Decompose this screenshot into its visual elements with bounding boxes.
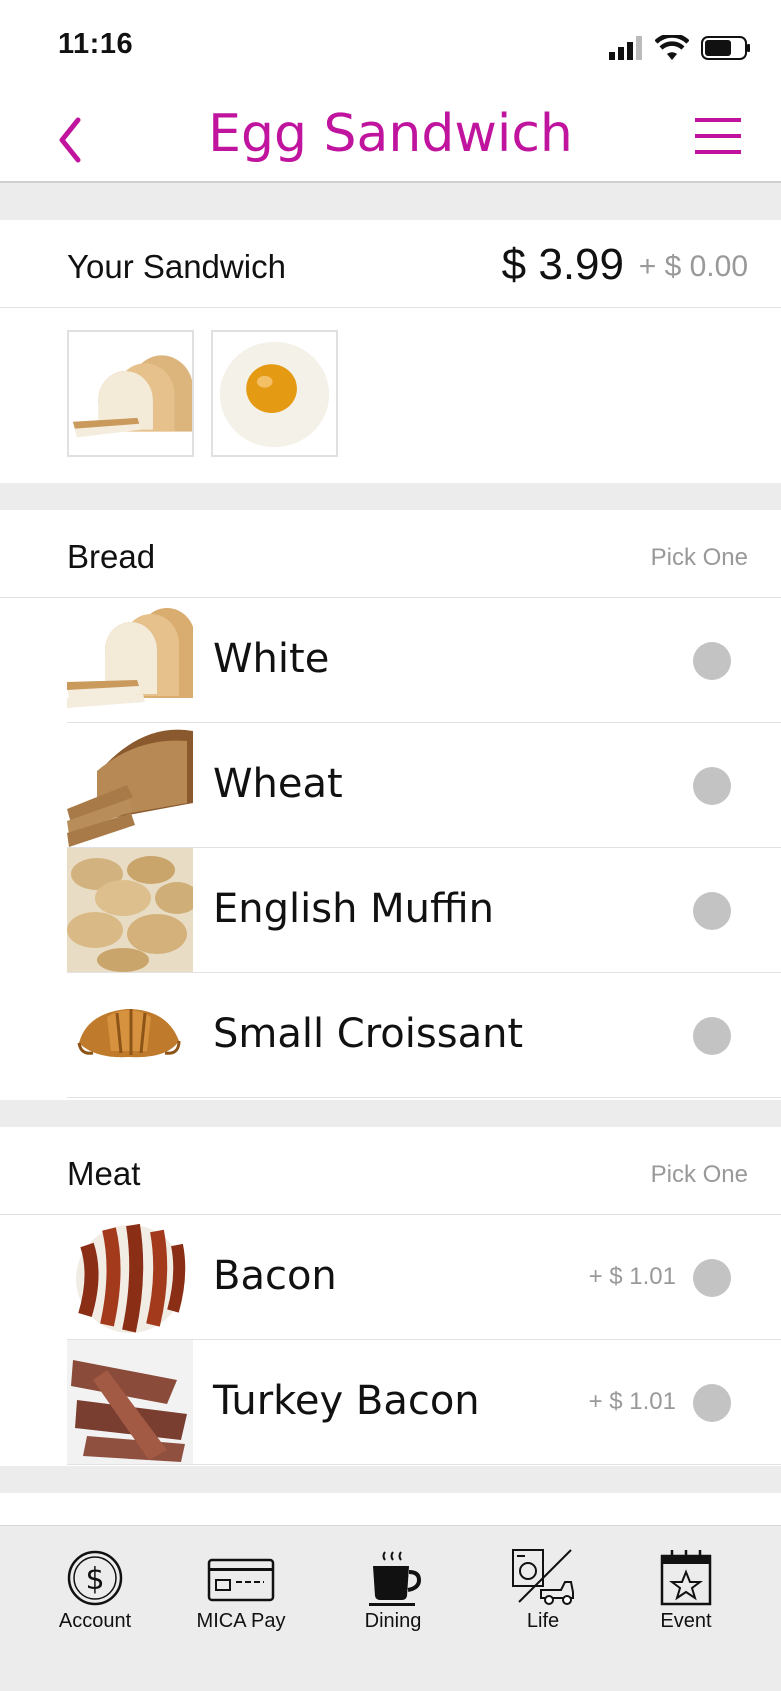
selected-ingredients [0, 308, 781, 480]
tab-label: Dining [364, 1610, 422, 1632]
tab-label: Life [526, 1610, 560, 1632]
radio-button[interactable] [693, 892, 731, 930]
bread-option-small-croissant[interactable]: Small Croissant [0, 973, 781, 1098]
radio-button[interactable] [693, 642, 731, 680]
bread-option-wheat[interactable]: Wheat [0, 723, 781, 848]
dollar-circle-icon: $ [67, 1550, 123, 1606]
summary-header: Your Sandwich $ 3.99 + $ 0.00 [0, 220, 781, 308]
radio-button[interactable] [693, 1384, 731, 1422]
tab-event[interactable]: Event [626, 1548, 746, 1633]
tab-dining[interactable]: Dining [333, 1548, 453, 1633]
thumb-fried-egg[interactable] [211, 330, 338, 457]
meat-section-title: Meat [67, 1155, 141, 1192]
bread-section: Bread Pick One White Wheat English Muffi… [0, 510, 781, 1100]
option-surcharge: + $ 1.01 [588, 1263, 676, 1290]
signal-icon [609, 36, 642, 60]
option-name: Wheat [213, 761, 343, 807]
tab-mica-pay[interactable]: MICA Pay [181, 1548, 301, 1633]
thumb-white-bread[interactable] [67, 330, 194, 457]
summary-label: Your Sandwich [67, 248, 286, 285]
bread-section-title: Bread [67, 538, 156, 575]
fried-egg-image [213, 332, 336, 455]
white-bread-image [69, 332, 192, 455]
meat-pick-rule: Pick One [650, 1161, 748, 1188]
next-section [0, 1493, 781, 1525]
bread-header: Bread Pick One [0, 510, 781, 598]
croissant-image [67, 973, 193, 1097]
bread-option-white[interactable]: White [0, 598, 781, 723]
english-muffin-image [67, 848, 193, 972]
credit-card-icon [207, 1558, 275, 1602]
wheat-bread-image [67, 723, 193, 847]
option-name: English Muffin [213, 886, 495, 932]
option-name: Turkey Bacon [213, 1378, 480, 1424]
tab-label: Event [660, 1610, 712, 1632]
svg-text:$: $ [85, 1562, 104, 1597]
white-bread-image [67, 598, 193, 722]
coffee-cup-icon [369, 1551, 422, 1606]
calendar-star-icon [660, 1550, 712, 1606]
meat-option-turkey-bacon[interactable]: Turkey Bacon + $ 1.01 [0, 1340, 781, 1465]
page-title: Egg Sandwich [208, 104, 573, 164]
nav-bar: Egg Sandwich [0, 88, 781, 183]
tab-label: Account [58, 1610, 132, 1632]
radio-button[interactable] [693, 1259, 731, 1297]
meat-header: Meat Pick One [0, 1127, 781, 1215]
status-bar: 11:16 [0, 0, 781, 88]
radio-button[interactable] [693, 767, 731, 805]
option-name: Bacon [213, 1253, 337, 1299]
tab-life[interactable]: Life [483, 1548, 603, 1633]
option-name: Small Croissant [213, 1011, 524, 1057]
radio-button[interactable] [693, 1017, 731, 1055]
turkey-bacon-image [67, 1340, 193, 1464]
status-time: 11:16 [58, 28, 134, 60]
extra-price: + $ 0.00 [638, 250, 748, 283]
meat-option-bacon[interactable]: Bacon + $ 1.01 [0, 1215, 781, 1340]
hamburger-menu-icon[interactable] [693, 114, 743, 158]
sandwich-price: $ 3.99 [501, 240, 624, 289]
meat-section: Meat Pick One Bacon + $ 1.01 Turkey Baco… [0, 1127, 781, 1466]
battery-icon [701, 36, 750, 60]
option-surcharge: + $ 1.01 [588, 1388, 676, 1415]
bacon-image [67, 1215, 193, 1339]
laundry-truck-icon [512, 1549, 574, 1605]
bread-pick-rule: Pick One [650, 544, 748, 571]
bread-option-english-muffin[interactable]: English Muffin [0, 848, 781, 973]
wifi-icon [655, 35, 689, 60]
tab-bar: $ Account MICA Pay Dining Life Event [0, 1525, 781, 1691]
sandwich-summary: Your Sandwich $ 3.99 + $ 0.00 [0, 220, 781, 483]
tab-account[interactable]: $ Account [35, 1548, 155, 1633]
option-name: White [213, 636, 330, 682]
tab-label: MICA Pay [196, 1610, 286, 1632]
